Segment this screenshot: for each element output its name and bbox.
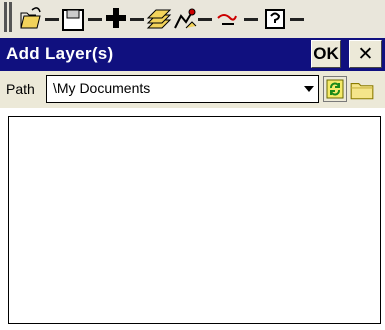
toolbar-separator <box>290 18 304 21</box>
path-label: Path <box>6 81 35 97</box>
path-row: Path \My Documents <box>0 71 385 108</box>
refresh-button[interactable] <box>323 76 347 102</box>
toolbar-grip <box>9 2 12 32</box>
save-icon[interactable] <box>60 4 86 32</box>
tools-icon[interactable] <box>214 4 240 32</box>
toolbar-separator <box>88 18 102 21</box>
dialog-title: Add Layer(s) <box>6 44 114 63</box>
draw-icon[interactable] <box>172 4 198 32</box>
folder-icon <box>350 83 374 100</box>
toolbar-separator <box>198 18 212 21</box>
layers-icon[interactable] <box>146 4 172 32</box>
add-layers-dialog: Add Layer(s) OK ✕ Path \My Documents <box>0 38 385 330</box>
layers-listbox[interactable] <box>8 116 381 324</box>
close-button[interactable]: ✕ <box>349 40 382 68</box>
toolbar-separator <box>45 18 59 21</box>
toolbar-separator <box>130 18 144 21</box>
path-value: \My Documents <box>53 80 151 96</box>
browse-folder-button[interactable] <box>349 76 374 102</box>
dialog-titlebar: Add Layer(s) OK ✕ <box>0 38 385 71</box>
app-toolbar <box>0 0 385 38</box>
add-icon[interactable] <box>103 4 129 32</box>
open-file-icon[interactable] <box>18 4 44 32</box>
chevron-down-icon[interactable] <box>304 86 314 92</box>
refresh-icon <box>326 79 344 99</box>
toolbar-grip <box>4 2 7 32</box>
path-dropdown[interactable]: \My Documents <box>46 75 319 103</box>
toolbar-separator <box>244 18 258 21</box>
help-icon[interactable] <box>262 4 288 32</box>
ok-button[interactable]: OK <box>311 40 341 68</box>
